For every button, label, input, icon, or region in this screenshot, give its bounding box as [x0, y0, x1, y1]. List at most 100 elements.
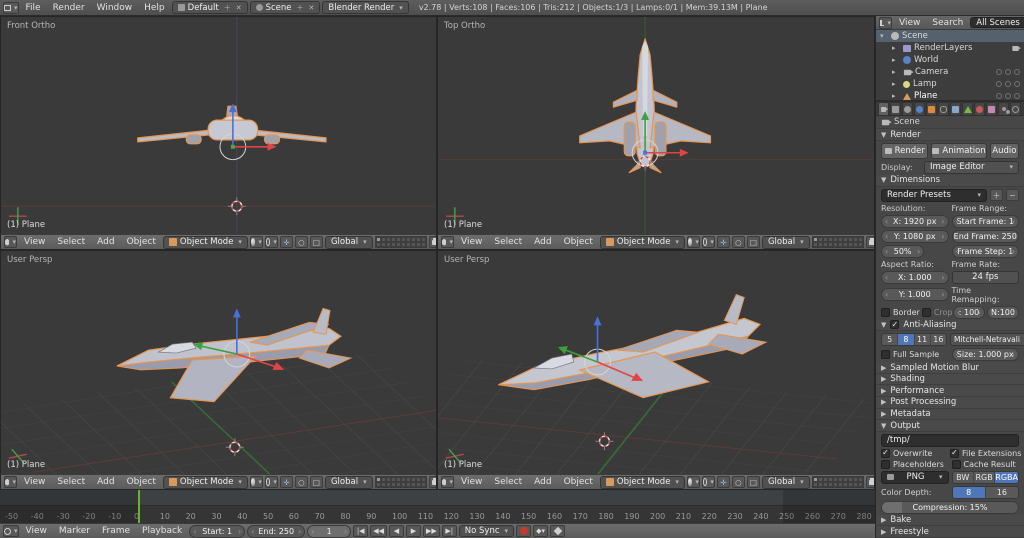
border-checkbox[interactable]: Border [881, 307, 920, 317]
tab-world[interactable] [914, 102, 925, 115]
viewport-canvas-front[interactable] [1, 17, 436, 234]
add-menu[interactable]: Add [529, 237, 556, 247]
insert-keyframe-button[interactable] [550, 525, 566, 537]
user-persp-scene-left[interactable] [1, 251, 436, 474]
performance-panel-header[interactable]: ▶ Performance [876, 385, 1024, 398]
select-menu[interactable]: Select [52, 237, 90, 247]
add-menu[interactable]: Add [92, 237, 119, 247]
aa-filter-dropdown[interactable]: Mitchell-Netravali ▾ [950, 333, 1024, 347]
start-frame-field[interactable]: Start Frame: 1 [951, 214, 1019, 228]
renderable-icon[interactable] [1012, 45, 1021, 51]
sync-dropdown[interactable]: No Sync ▾ [458, 525, 515, 537]
rotate-manipulator-toggle[interactable]: ○ [731, 236, 745, 248]
lock-to-scene-icon[interactable] [865, 476, 874, 488]
current-frame-cursor[interactable] [138, 490, 140, 523]
remap-new-field[interactable]: N:100 [987, 305, 1019, 319]
front-ortho-scene[interactable] [1, 17, 436, 234]
view-menu[interactable]: View [19, 237, 50, 247]
rotate-manipulator-toggle[interactable]: ○ [294, 236, 308, 248]
top-ortho-scene[interactable] [438, 17, 874, 234]
viewport-canvas-persp-right[interactable] [438, 251, 874, 474]
outliner-item-scene[interactable]: ▾ Scene [876, 30, 1024, 42]
viewport-shading-dropdown[interactable]: ▾ [249, 236, 263, 248]
outliner-editor-icon[interactable]: ▾ [879, 16, 892, 29]
jump-to-start-button[interactable]: |◀ [353, 525, 369, 537]
tab-render[interactable] [878, 102, 889, 115]
scene-close-icon[interactable]: ✕ [309, 4, 315, 12]
layer-toggle[interactable] [857, 482, 863, 487]
editor-type-button[interactable]: ▾ [4, 476, 17, 488]
pivot-center-dropdown[interactable]: ▾ [701, 236, 715, 248]
visibility-eye-icon[interactable] [996, 93, 1002, 99]
layer-toggle[interactable] [420, 482, 426, 487]
mode-dropdown[interactable]: Object Mode ▾ [599, 475, 685, 489]
outliner-item-world[interactable]: ▸ World [876, 54, 1024, 66]
object-menu[interactable]: Object [559, 237, 598, 247]
disclosure-icon[interactable]: ▾ [880, 32, 888, 40]
outliner-scope-dropdown[interactable]: All Scenes ▾ [970, 17, 1024, 28]
render-presets-dropdown[interactable]: Render Presets ▾ [881, 188, 987, 202]
tab-material[interactable] [974, 102, 985, 115]
play-reverse-button[interactable]: ◀ [388, 525, 404, 537]
crop-checkbox[interactable]: Crop [921, 307, 953, 317]
layer-toggle[interactable] [857, 242, 863, 247]
help-menu[interactable]: Help [139, 3, 170, 13]
resolution-y-field[interactable]: Y: 1080 px [881, 229, 949, 243]
tab-modifiers[interactable] [950, 102, 961, 115]
plane-model-persp[interactable] [498, 293, 768, 399]
select-menu[interactable]: Select [52, 477, 90, 487]
preset-add-button[interactable]: ＋ [990, 189, 1003, 202]
translate-manipulator-toggle[interactable]: ✛ [279, 476, 293, 488]
post-processing-panel-header[interactable]: ▶ Post Processing [876, 397, 1024, 409]
dimensions-panel-header[interactable]: ▼ Dimensions [876, 174, 1024, 187]
shading-panel-header[interactable]: ▶ Shading [876, 373, 1024, 386]
timeline-editor-icon[interactable]: ▾ [3, 525, 19, 537]
window-menu[interactable]: Window [92, 3, 138, 13]
start-frame-field[interactable]: Start: 1 [189, 524, 246, 538]
visibility-eye-icon[interactable] [996, 81, 1002, 87]
outliner-search-menu[interactable]: Search [927, 18, 968, 28]
editor-type-button[interactable]: ▾ [441, 236, 454, 248]
outliner-item-lamp[interactable]: ▸ Lamp [876, 78, 1024, 90]
pivot-center-dropdown[interactable]: ▾ [264, 476, 278, 488]
info-editor-icon[interactable]: ▾ [3, 1, 19, 14]
metadata-panel-header[interactable]: ▶ Metadata [876, 408, 1024, 421]
aspect-x-field[interactable]: X: 1.000 [881, 270, 949, 284]
animation-button[interactable]: Animation [931, 142, 987, 159]
outliner-item-renderlayers[interactable]: ▸ RenderLayers [876, 42, 1024, 54]
file-menu[interactable]: File [21, 3, 46, 13]
tab-scene[interactable] [902, 102, 913, 115]
viewport-shading-dropdown[interactable]: ▾ [249, 476, 263, 488]
color-depth-16[interactable]: 16 [985, 486, 1018, 498]
screen-layout-selector[interactable]: Default ＋ ✕ [171, 1, 248, 14]
object-menu[interactable]: Object [122, 237, 161, 247]
jump-to-end-button[interactable]: ▶| [441, 525, 457, 537]
aa-samples-8[interactable]: 8 [898, 334, 915, 346]
scale-manipulator-toggle[interactable]: □ [746, 476, 760, 488]
frame-rate-dropdown[interactable]: 24 fps [951, 270, 1019, 284]
end-frame-field[interactable]: End Frame: 250 [951, 229, 1019, 243]
renderable-icon[interactable] [1014, 69, 1020, 75]
transform-orientation-dropdown[interactable]: Global ▾ [324, 475, 373, 489]
disclosure-icon[interactable]: ▸ [892, 68, 900, 76]
bake-panel-header[interactable]: ▶ Bake [876, 514, 1024, 527]
scene-selector[interactable]: Scene ＋ ✕ [249, 1, 321, 14]
tab-physics[interactable] [1010, 102, 1021, 115]
visibility-eye-icon[interactable] [996, 69, 1002, 75]
aa-size-field[interactable]: Size: 1.000 px [951, 348, 1019, 362]
end-frame-field[interactable]: End: 250 [247, 524, 306, 538]
layer-toggle[interactable] [420, 242, 426, 247]
timeline-frame-menu[interactable]: Frame [97, 526, 135, 536]
antialiasing-panel-header[interactable]: ▼ ✓ Anti-Aliasing [876, 319, 1024, 332]
freestyle-panel-header[interactable]: ▶ Freestyle [876, 526, 1024, 538]
color-depth-8[interactable]: 8 [952, 486, 986, 498]
viewport-shading-dropdown[interactable]: ▾ [686, 476, 700, 488]
selectable-icon[interactable] [1005, 81, 1011, 87]
transform-orientation-dropdown[interactable]: Global ▾ [761, 475, 810, 489]
view-menu[interactable]: View [19, 477, 50, 487]
mode-dropdown[interactable]: Object Mode ▾ [162, 475, 248, 489]
resolution-percentage-slider[interactable]: 50% [881, 244, 925, 258]
color-mode-rgb[interactable]: RGB [973, 471, 996, 483]
selectable-icon[interactable] [1005, 93, 1011, 99]
selectable-icon[interactable] [1005, 69, 1011, 75]
